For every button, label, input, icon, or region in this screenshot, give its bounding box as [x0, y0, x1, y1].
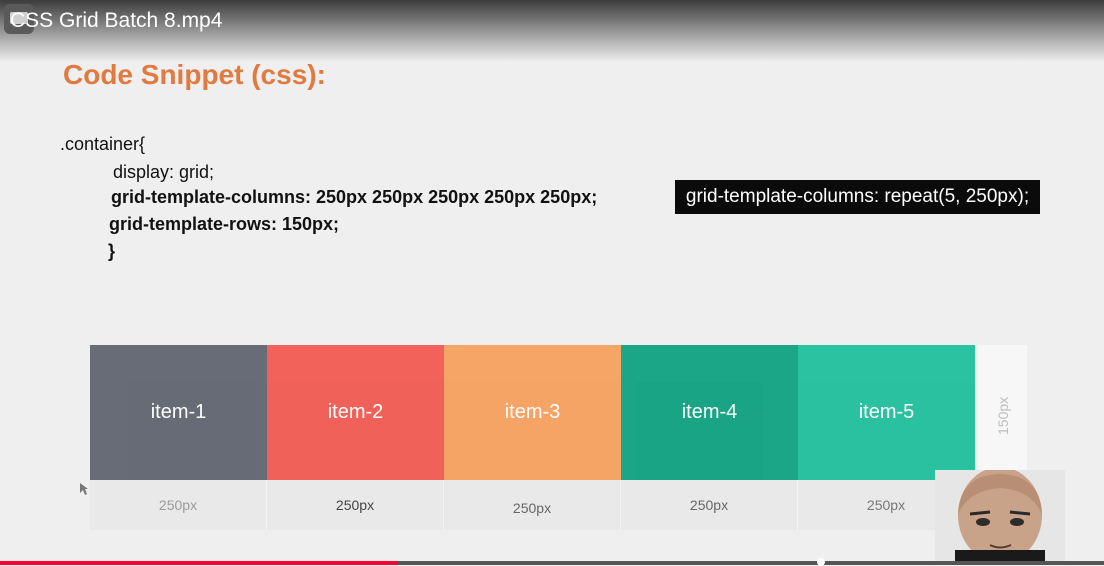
- video-progress-fill: [0, 561, 398, 565]
- row-height-label: 150px: [995, 396, 1011, 436]
- video-title: CSS Grid Batch 8.mp4: [10, 9, 223, 32]
- column-width-row: 250px 250px 250px 250px 250px: [90, 480, 978, 530]
- grid-items-row: item-1 item-2 item-3 item-4 item-5: [90, 345, 975, 480]
- video-progress-bar[interactable]: [0, 561, 1104, 565]
- mouse-cursor-icon: [80, 483, 88, 495]
- repeat-callout-text: grid-template-columns: repeat(5, 250px);: [685, 186, 1030, 207]
- column-width-label: 250px: [90, 480, 267, 530]
- repeat-callout: grid-template-columns: repeat(5, 250px);: [675, 180, 1040, 214]
- grid-item-5: item-5: [798, 345, 975, 480]
- code-line-display: display: grid;: [113, 162, 215, 182]
- column-width-label: 250px: [621, 480, 798, 530]
- slide-heading: Code Snippet (css):: [63, 59, 326, 90]
- column-width-label: 250px: [267, 480, 444, 530]
- code-line-rows: grid-template-rows: 150px;: [109, 214, 340, 234]
- column-width-label: 250px: [444, 480, 621, 530]
- code-line-close: }: [108, 241, 116, 261]
- grid-item-1: item-1: [90, 345, 267, 480]
- grid-item-2: item-2: [267, 345, 444, 480]
- code-line-selector: .container{: [60, 134, 146, 154]
- code-line-columns: grid-template-columns: 250px 250px 250px…: [111, 187, 598, 207]
- presenter-webcam: [935, 470, 1065, 565]
- grid-item-4: item-4: [621, 345, 798, 480]
- grid-item-3: item-3: [444, 345, 621, 480]
